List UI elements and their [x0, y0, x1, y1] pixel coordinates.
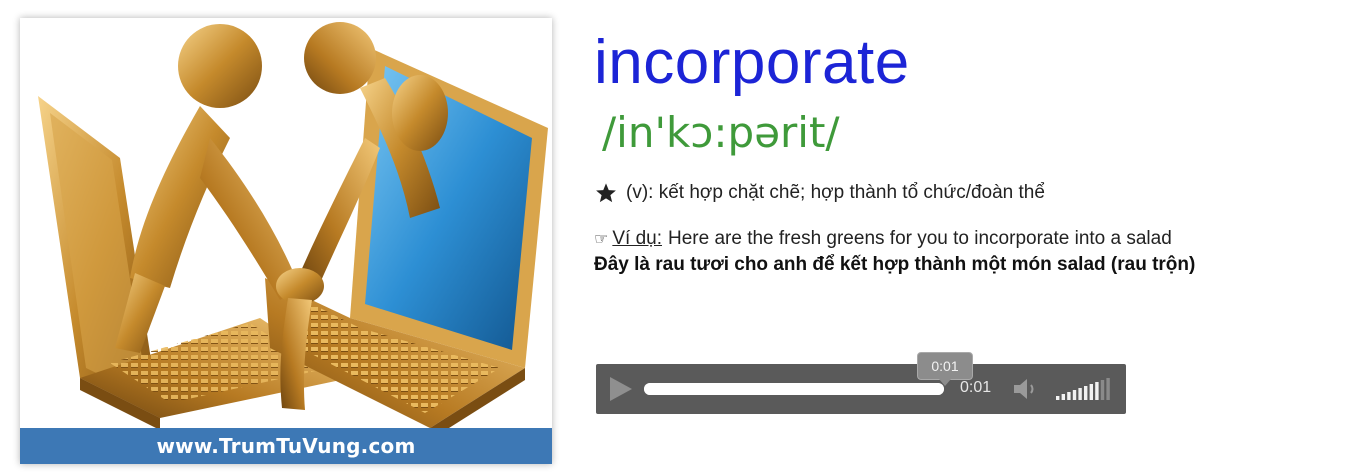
volume-bar [1106, 378, 1110, 400]
seek-bar[interactable] [644, 383, 944, 395]
volume-bar [1084, 386, 1088, 400]
volume-bar [1100, 380, 1105, 400]
speaker-icon[interactable] [1012, 376, 1044, 402]
volume-bar [1056, 396, 1060, 400]
handshake-laptops-illustration [20, 18, 552, 464]
example-translation: Đây là rau tươi cho anh để kết hợp thành… [594, 254, 1196, 275]
star-icon [596, 183, 616, 203]
audio-player: 0:01 0:01 [596, 352, 1126, 414]
watermark-bar: www.TrumTuVung.com [20, 428, 552, 464]
time-tooltip: 0:01 [917, 352, 973, 386]
entry-content: incorporate /in'kɔ:pərit/ (v): kết hợp c… [594, 26, 1354, 277]
volume-bar [1061, 394, 1065, 400]
volume-bar [1078, 388, 1082, 400]
pointing-hand-icon: ☞ [594, 231, 609, 248]
current-time: 0:01 [960, 379, 992, 396]
example-text: Here are the fresh greens for you to inc… [668, 228, 1172, 249]
example-line: ☞ Ví dụ: Here are the fresh greens for you… [594, 226, 1354, 252]
illustration-card: www.TrumTuVung.com [20, 18, 552, 464]
meaning-line: (v): kết hợp chặt chẽ; hợp thành tổ chức… [594, 182, 1354, 204]
volume-bar [1072, 390, 1077, 400]
vocabulary-word: incorporate [594, 28, 910, 97]
volume-bar [1067, 392, 1071, 400]
volume-slider[interactable] [1054, 376, 1114, 402]
phonetic-transcription: /in'kɔ:pərit/ [602, 108, 840, 157]
meaning-text: (v): kết hợp chặt chẽ; hợp thành tổ chức… [626, 182, 1045, 203]
play-icon[interactable] [606, 375, 634, 403]
seek-bar-fill [644, 383, 944, 395]
vocabulary-card: www.TrumTuVung.com incorporate /in'kɔ:pə… [0, 0, 1364, 472]
example-label: Ví dụ: [612, 228, 662, 249]
volume-bar [1089, 384, 1093, 400]
volume-bar [1095, 382, 1099, 400]
